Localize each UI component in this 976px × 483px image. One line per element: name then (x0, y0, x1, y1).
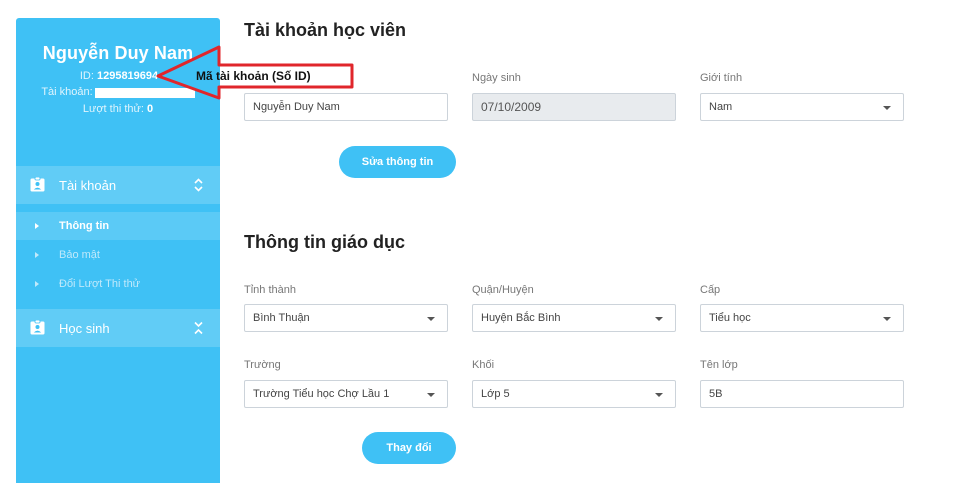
class-name-field[interactable]: 5B (700, 380, 904, 408)
student-account-title: Tài khoản học viên (244, 20, 407, 40)
school-select-value: Trường Tiểu học Chợ Lầu 1 (253, 388, 390, 400)
caret-down-icon (655, 317, 663, 321)
district-label: Quận/Huyện (472, 284, 534, 296)
grade-label: Khối (472, 359, 495, 371)
chevron-collapse-icon (194, 321, 203, 335)
bullet-icon (35, 281, 39, 287)
dob-label: Ngày sinh (472, 72, 521, 84)
profile-account-line: Tài khoản: (16, 86, 220, 99)
school-label: Trường (244, 359, 281, 371)
full-name-field[interactable]: Nguyễn Duy Nam (244, 93, 448, 121)
sidebar-section-hoc-sinh-label: Học sinh (59, 320, 110, 336)
profile-trials-value: 0 (147, 103, 154, 115)
class-name-label: Tên lớp (700, 359, 738, 371)
province-label: Tỉnh thành (244, 284, 296, 296)
redacted-account-box (94, 87, 195, 98)
change-button[interactable]: Thay đổi (362, 432, 456, 464)
caret-down-icon (883, 317, 891, 321)
caret-down-icon (427, 393, 435, 397)
sidebar-item-label: Đổi Lượt Thi thử (59, 278, 141, 290)
bullet-icon (35, 223, 39, 229)
caret-down-icon (427, 317, 435, 321)
caret-down-icon (655, 393, 663, 397)
sidebar-item-bao-mat[interactable]: Bảo mật (16, 241, 220, 269)
level-select-value: Tiểu học (709, 312, 751, 324)
gender-select[interactable]: Nam (700, 93, 904, 121)
dob-field: 07/10/2009 (472, 93, 676, 121)
gender-select-value: Nam (709, 101, 733, 113)
province-select-value: Bình Thuận (253, 312, 310, 324)
province-select[interactable]: Bình Thuận (244, 304, 448, 332)
profile-id-label: ID: (79, 70, 94, 82)
contact-card-icon (30, 177, 45, 192)
sidebar-item-thong-tin[interactable]: Thông tin (16, 212, 220, 240)
profile-account-label: Tài khoản: (41, 86, 93, 98)
grade-select-value: Lớp 5 (481, 388, 510, 400)
sidebar-section-account[interactable]: Tài khoản (16, 166, 220, 204)
school-select[interactable]: Trường Tiểu học Chợ Lầu 1 (244, 380, 448, 408)
profile-trials-label: Lượt thi thử: (82, 103, 144, 115)
level-label: Cấp (700, 284, 721, 296)
profile-id-line: ID: 1295819694 (18, 70, 220, 83)
profile-id-value: 1295819694 (96, 70, 159, 82)
education-info-title: Thông tin giáo dục (244, 232, 405, 252)
district-select-value: Huyện Bắc Bình (481, 312, 561, 324)
contact-card-icon (30, 320, 45, 335)
sidebar-item-label: Bảo mật (59, 249, 100, 261)
profile-trials-line: Lượt thi thử: 0 (16, 103, 220, 116)
edit-info-button[interactable]: Sửa thông tin (339, 146, 456, 178)
sidebar-section-hoc-sinh[interactable]: Học sinh (16, 309, 220, 347)
grade-select[interactable]: Lớp 5 (472, 380, 676, 408)
profile-card: Nguyễn Duy Nam ID: 1295819694 Tài khoản:… (16, 18, 220, 116)
sidebar-item-label: Thông tin (59, 220, 110, 232)
bullet-icon (35, 252, 39, 258)
gender-label: Giới tính (700, 72, 743, 84)
sidebar: Nguyễn Duy Nam ID: 1295819694 Tài khoản:… (16, 18, 220, 483)
chevron-up-down-icon (194, 178, 203, 192)
district-select[interactable]: Huyện Bắc Bình (472, 304, 676, 332)
caret-down-icon (883, 106, 891, 110)
sidebar-item-doi-luot-thi-thu[interactable]: Đổi Lượt Thi thử (16, 270, 220, 298)
level-select[interactable]: Tiểu học (700, 304, 904, 332)
annotation-label: Mã tài khoản (Số ID) (196, 69, 311, 83)
sidebar-section-account-label: Tài khoản (59, 177, 117, 193)
profile-name: Nguyễn Duy Nam (42, 43, 194, 63)
